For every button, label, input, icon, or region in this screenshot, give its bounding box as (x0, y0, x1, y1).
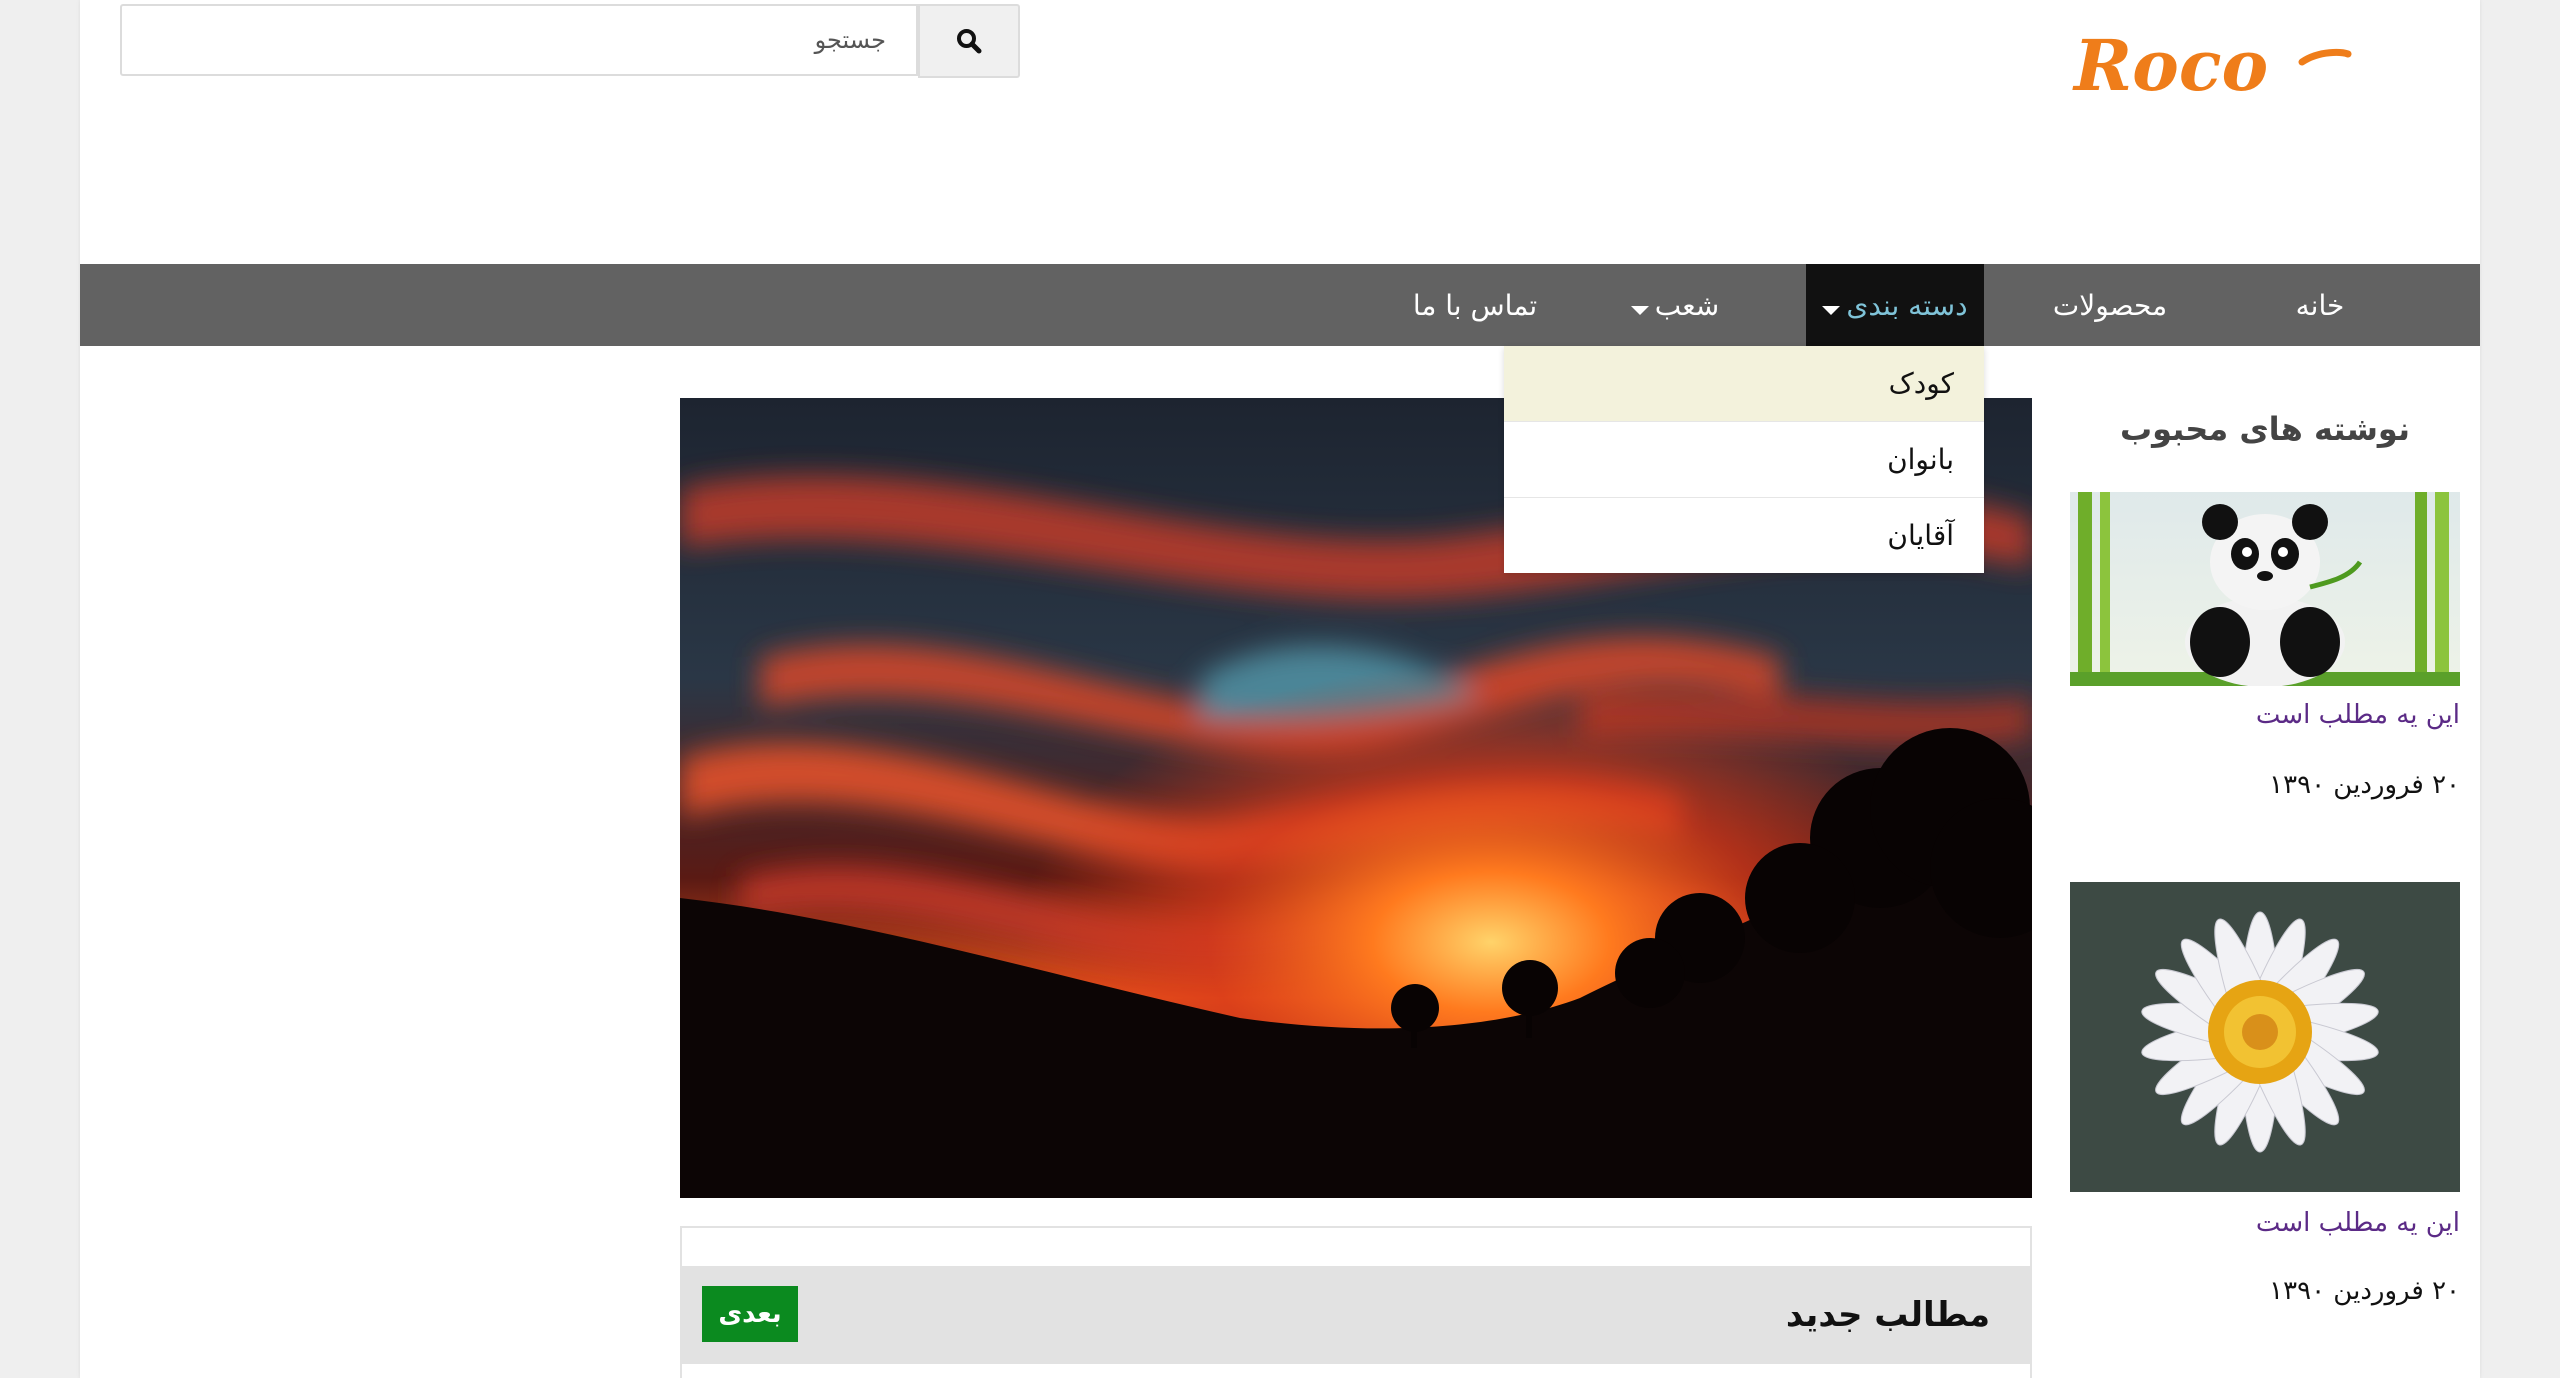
nav-contact[interactable]: تماس با ما (1390, 264, 1560, 346)
new-posts-panel: مطالب جدید بعدی (680, 1226, 2032, 1378)
nav-home-label: خانه (2295, 288, 2345, 322)
search-icon (957, 29, 982, 54)
panda-image (2070, 492, 2460, 686)
new-posts-title: مطالب جدید (1785, 1295, 1990, 1335)
dropdown-item-kids[interactable]: کودک (1504, 346, 1984, 422)
dropdown-item-label: کودک (1888, 367, 1954, 400)
categories-dropdown: کودک بانوان آقایان (1504, 346, 1984, 573)
new-posts-header: مطالب جدید بعدی (682, 1266, 2030, 1364)
search-button[interactable] (918, 4, 1020, 78)
search-input[interactable] (120, 4, 918, 76)
flower-image (2070, 882, 2460, 1192)
sidebar-title: نوشته های محبوب (2120, 410, 2410, 448)
dropdown-item-women[interactable]: بانوان (1504, 422, 1984, 498)
main-nav: خانه محصولات دسته بندی شعب تماس با ما (80, 264, 2480, 346)
dropdown-item-label: بانوان (1887, 443, 1954, 476)
nav-branches[interactable]: شعب (1610, 264, 1740, 346)
post-thumbnail-flower[interactable] (2070, 882, 2460, 1192)
search-bar (120, 4, 1020, 78)
nav-branches-label: شعب (1654, 288, 1720, 322)
nav-contact-label: تماس با ما (1412, 288, 1538, 322)
logo-text: Roco (2072, 24, 2268, 104)
nav-products-label: محصولات (2052, 288, 2168, 322)
caret-down-icon (1630, 305, 1649, 315)
nav-categories-label: دسته بندی (1846, 288, 1968, 322)
nav-categories[interactable]: دسته بندی (1806, 264, 1984, 346)
dropdown-item-men[interactable]: آقایان (1504, 498, 1984, 573)
post-title-link[interactable]: این یه مطلب است (2256, 1208, 2460, 1238)
roco-logo-icon: Roco (2072, 24, 2352, 107)
post-title-link[interactable]: این یه مطلب است (2256, 700, 2460, 730)
nav-products[interactable]: محصولات (2020, 264, 2200, 346)
post-date: ۲۰ فروردین ۱۳۹۰ (2269, 1276, 2460, 1306)
post-thumbnail-panda[interactable] (2070, 492, 2460, 686)
nav-home[interactable]: خانه (2260, 264, 2380, 346)
caret-down-icon (1822, 305, 1841, 315)
logo[interactable]: Roco (2070, 24, 2352, 107)
post-date: ۲۰ فروردین ۱۳۹۰ (2269, 770, 2460, 800)
page: Roco خانه محصولات دسته بندی شعب تماس با … (80, 0, 2480, 1378)
dropdown-item-label: آقایان (1887, 519, 1954, 552)
next-button[interactable]: بعدی (702, 1286, 798, 1342)
